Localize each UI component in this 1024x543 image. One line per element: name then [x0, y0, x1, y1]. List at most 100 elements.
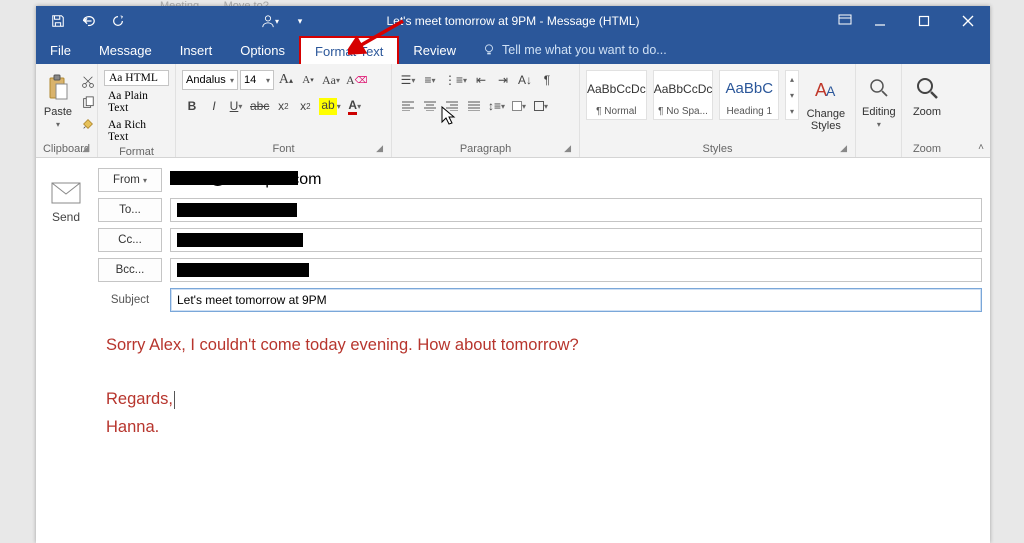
save-icon[interactable]	[44, 7, 72, 35]
editing-button[interactable]: Editing ▾	[862, 68, 896, 129]
subject-label: Subject	[98, 294, 162, 306]
style-gallery-expand[interactable]: ▴▾▾	[785, 70, 799, 120]
italic-icon[interactable]: I	[204, 96, 224, 116]
send-icon	[51, 182, 81, 204]
tab-insert[interactable]: Insert	[166, 36, 227, 64]
group-format: Aa HTML Aa Plain Text Aa Rich Text Forma…	[98, 64, 176, 157]
group-editing: Editing ▾	[856, 64, 902, 157]
subject-field[interactable]: Let's meet tomorrow at 9PM	[170, 288, 982, 312]
numbering-icon[interactable]: ≡▾	[420, 70, 440, 90]
sort-icon[interactable]: A↓	[515, 70, 535, 90]
tab-format-text[interactable]: Format Text	[299, 36, 399, 64]
shading-icon[interactable]: ▾	[509, 96, 529, 116]
change-styles-button[interactable]: AA Change Styles	[803, 70, 849, 132]
redo-icon[interactable]	[104, 7, 132, 35]
justify-icon[interactable]	[464, 96, 484, 116]
clipboard-launcher-icon[interactable]: ◢	[82, 143, 89, 154]
style-heading1[interactable]: AaBbC Heading 1	[719, 70, 779, 120]
cc-button[interactable]: Cc...	[98, 228, 162, 252]
from-button[interactable]: From ▾	[98, 168, 162, 192]
to-button[interactable]: To...	[98, 198, 162, 222]
body-line-3: Hanna.	[106, 414, 974, 441]
window-controls	[832, 6, 990, 36]
tell-me-search[interactable]: Tell me what you want to do...	[470, 36, 667, 64]
multilevel-icon[interactable]: ⋮≡▾	[442, 70, 469, 90]
grow-font-icon[interactable]: A▴	[276, 70, 296, 90]
svg-text:A: A	[826, 83, 836, 99]
subscript-icon[interactable]: x2	[273, 96, 293, 116]
decrease-indent-icon[interactable]: ⇤	[471, 70, 491, 90]
font-size-combo[interactable]: 14▾	[240, 70, 274, 90]
clear-formatting-icon[interactable]: A⌫	[344, 70, 369, 90]
group-label-zoom: Zoom	[908, 141, 946, 157]
font-name-combo[interactable]: Andalus▾	[182, 70, 238, 90]
cut-icon[interactable]	[78, 72, 98, 92]
collapse-ribbon-icon[interactable]: ˄	[978, 142, 984, 153]
line-spacing-icon[interactable]: ↕≡▾	[486, 96, 507, 116]
cc-field[interactable]: user2@example.com	[170, 228, 982, 252]
tab-options[interactable]: Options	[226, 36, 299, 64]
tab-file[interactable]: File	[36, 36, 85, 64]
bcc-button[interactable]: Bcc...	[98, 258, 162, 282]
font-launcher-icon[interactable]: ◢	[376, 143, 383, 154]
compose-area: Send From ▾ user0@example.com To... user…	[36, 158, 990, 543]
style-normal[interactable]: AaBbCcDc ¶ Normal	[586, 70, 647, 120]
copy-icon[interactable]	[78, 93, 98, 113]
group-label-paragraph: Paragraph◢	[398, 141, 573, 157]
group-label-format: Format	[104, 144, 169, 160]
strikethrough-icon[interactable]: abc	[248, 96, 271, 116]
ribbon-display-icon[interactable]	[832, 6, 858, 34]
group-label-styles: Styles◢	[586, 141, 849, 157]
message-body[interactable]: Sorry Alex, I couldn't come today evenin…	[98, 318, 982, 455]
zoom-icon	[911, 72, 943, 104]
body-line-2: Regards,	[106, 386, 974, 413]
format-plain-button[interactable]: Aa Plain Text	[104, 89, 169, 115]
paste-icon	[42, 72, 74, 104]
tab-message[interactable]: Message	[85, 36, 166, 64]
align-center-icon[interactable]	[420, 96, 440, 116]
increase-indent-icon[interactable]: ⇥	[493, 70, 513, 90]
message-window: ▾ ▾ Let's meet tomorrow at 9PM - Message…	[36, 6, 990, 543]
superscript-icon[interactable]: x2	[295, 96, 315, 116]
from-value: user0@example.com	[170, 171, 298, 189]
tell-me-placeholder: Tell me what you want to do...	[502, 43, 667, 57]
bullets-icon[interactable]: ☰▾	[398, 70, 418, 90]
format-rich-button[interactable]: Aa Rich Text	[104, 118, 169, 144]
group-label-editing	[862, 141, 895, 157]
header-fields: From ▾ user0@example.com To... user1@exa…	[96, 158, 990, 543]
paste-button[interactable]: Paste ▾	[42, 68, 74, 129]
titlebar: ▾ ▾ Let's meet tomorrow at 9PM - Message…	[36, 6, 990, 36]
align-left-icon[interactable]	[398, 96, 418, 116]
style-no-spacing[interactable]: AaBbCcDc ¶ No Spa...	[653, 70, 714, 120]
paragraph-launcher-icon[interactable]: ◢	[564, 143, 571, 154]
account-icon[interactable]: ▾	[256, 7, 284, 35]
change-case-icon[interactable]: Aa▾	[320, 70, 342, 90]
underline-icon[interactable]: U▾	[226, 96, 246, 116]
group-paragraph: ☰▾ ≡▾ ⋮≡▾ ⇤ ⇥ A↓ ¶ ↕≡▾ ▾	[392, 64, 580, 157]
minimize-button[interactable]	[858, 6, 902, 36]
align-right-icon[interactable]	[442, 96, 462, 116]
group-label-clipboard: Clipboard◢	[42, 141, 91, 157]
close-button[interactable]	[946, 6, 990, 36]
quick-access-toolbar: ▾ ▾	[36, 7, 314, 35]
undo-icon[interactable]	[74, 7, 102, 35]
zoom-button[interactable]: Zoom	[908, 68, 946, 118]
bcc-field[interactable]: user3@example.com	[170, 258, 982, 282]
maximize-button[interactable]	[902, 6, 946, 36]
shrink-font-icon[interactable]: A▾	[298, 70, 318, 90]
to-field[interactable]: user1@example.com	[170, 198, 982, 222]
bold-icon[interactable]: B	[182, 96, 202, 116]
font-color-icon[interactable]: A▾	[345, 96, 365, 116]
highlight-icon[interactable]: ab▾	[317, 96, 342, 116]
qat-customize-icon[interactable]: ▾	[286, 7, 314, 35]
group-styles: AaBbCcDc ¶ Normal AaBbCcDc ¶ No Spa... A…	[580, 64, 856, 157]
borders-icon[interactable]: ▾	[531, 96, 551, 116]
group-zoom: Zoom Zoom	[902, 64, 952, 157]
tab-review[interactable]: Review	[399, 36, 470, 64]
format-painter-icon[interactable]	[78, 114, 98, 134]
styles-launcher-icon[interactable]: ◢	[840, 143, 847, 154]
format-html-button[interactable]: Aa HTML	[104, 70, 169, 86]
send-button[interactable]: Send	[42, 172, 90, 234]
show-marks-icon[interactable]: ¶	[537, 70, 557, 90]
text-caret	[174, 391, 175, 409]
